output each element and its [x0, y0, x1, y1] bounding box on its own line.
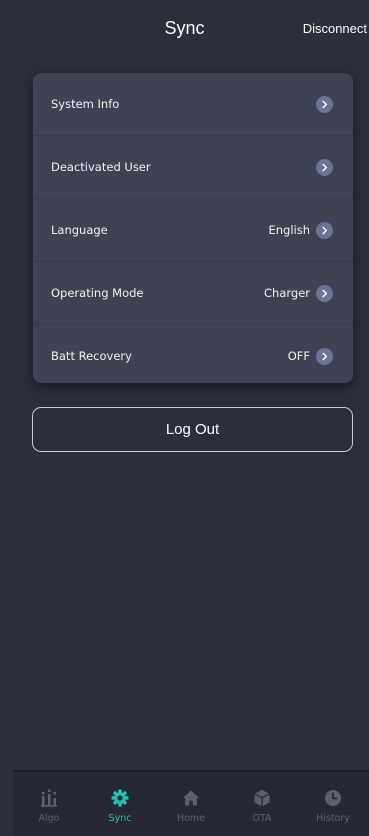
tab-label: History	[316, 813, 350, 824]
tab-label: Algo	[38, 813, 60, 824]
settings-row-value: OFF	[287, 349, 310, 363]
algo-icon	[40, 789, 58, 807]
settings-row-label: Language	[51, 223, 108, 237]
tab-sync[interactable]: Sync	[92, 772, 148, 836]
settings-row-value: Charger	[264, 286, 310, 300]
settings-row-deactivated-user[interactable]: Deactivated User	[33, 136, 353, 199]
settings-card: System Info Deactivated User Language En…	[33, 73, 353, 383]
tab-algo[interactable]: Algo	[21, 772, 77, 836]
tab-history[interactable]: History	[305, 772, 361, 836]
log-out-button[interactable]: Log Out	[32, 407, 353, 452]
tab-label: Home	[176, 813, 206, 824]
settings-row-operating-mode[interactable]: Operating Mode Charger	[33, 262, 353, 325]
settings-row-value: English	[268, 223, 310, 237]
top-bar: Sync Disconnect	[0, 0, 369, 60]
disconnect-button[interactable]: Disconnect	[303, 21, 367, 36]
bottom-tab-bar: Algo Sync Home OTA History	[13, 770, 369, 836]
tab-label: OTA	[252, 813, 272, 824]
chevron-right-icon	[316, 221, 333, 239]
tab-ota[interactable]: OTA	[234, 772, 290, 836]
settings-row-label: Deactivated User	[51, 160, 151, 174]
settings-row-label: Batt Recovery	[51, 349, 132, 363]
chevron-right-icon	[316, 347, 333, 365]
home-icon	[182, 789, 200, 807]
chevron-right-icon	[316, 284, 333, 302]
settings-row-language[interactable]: Language English	[33, 199, 353, 262]
clock-icon	[324, 789, 342, 807]
package-icon	[253, 789, 271, 807]
chevron-right-icon	[316, 158, 333, 176]
settings-row-system-info[interactable]: System Info	[33, 73, 353, 136]
tab-label: Sync	[108, 813, 132, 824]
gear-icon	[111, 789, 129, 807]
settings-row-label: System Info	[51, 97, 120, 111]
settings-row-label: Operating Mode	[51, 286, 144, 300]
tab-home[interactable]: Home	[163, 772, 219, 836]
chevron-right-icon	[316, 95, 333, 113]
settings-row-batt-recovery[interactable]: Batt Recovery OFF	[33, 325, 353, 383]
